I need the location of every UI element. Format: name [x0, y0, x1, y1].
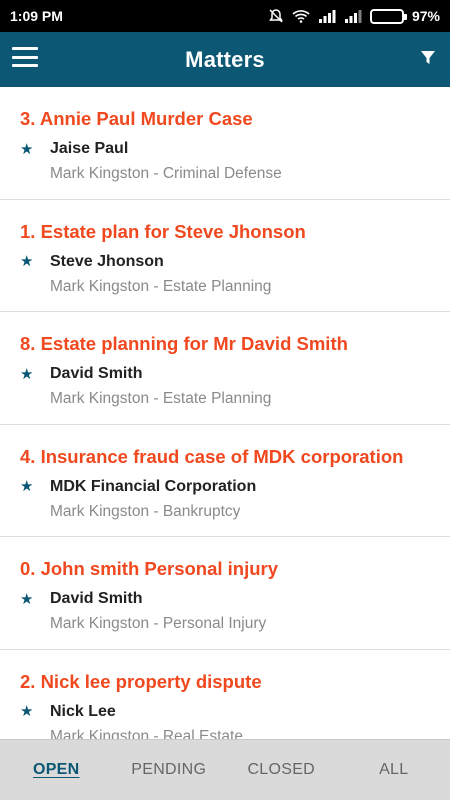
- status-tab-bar: OPEN PENDING CLOSED ALL: [0, 739, 450, 800]
- tab-open[interactable]: OPEN: [0, 761, 113, 779]
- client-row: ★ Nick Lee: [20, 703, 116, 721]
- list-item[interactable]: 8. Estate planning for Mr David Smith ★ …: [0, 312, 450, 425]
- client-row: ★ MDK Financial Corporation: [20, 478, 256, 496]
- matter-title[interactable]: 8. Estate planning for Mr David Smith: [20, 333, 348, 355]
- client-row: ★ David Smith: [20, 590, 142, 608]
- matter-list[interactable]: 3. Annie Paul Murder Case ★ Jaise Paul M…: [0, 87, 450, 739]
- matter-detail: Mark Kingston - Personal Injury: [50, 615, 267, 632]
- signal-icon: [344, 9, 362, 23]
- list-item[interactable]: 4. Insurance fraud case of MDK corporati…: [0, 425, 450, 537]
- list-item[interactable]: 1. Estate plan for Steve Jhonson ★ Steve…: [0, 200, 450, 312]
- client-name: MDK Financial Corporation: [50, 477, 257, 495]
- star-icon: ★: [20, 253, 34, 270]
- app-bar: Matters: [0, 32, 450, 87]
- client-name: Jaise Paul: [50, 140, 129, 157]
- client-name: David Smith: [50, 365, 143, 382]
- signal-icon: [318, 9, 336, 23]
- mute-icon: [268, 8, 284, 24]
- client-row: ★ David Smith: [20, 365, 142, 383]
- star-icon: ★: [20, 365, 34, 383]
- page-title: Matters: [185, 46, 265, 72]
- matter-detail: Mark Kingston - Estate Planning: [50, 277, 272, 295]
- client-name: Nick Lee: [50, 702, 116, 720]
- battery-percentage: 97%: [411, 8, 440, 24]
- star-icon: ★: [20, 703, 34, 720]
- star-icon: ★: [20, 478, 34, 495]
- client-name: Steve Jhonson: [50, 252, 164, 270]
- client-row: ★ Jaise Paul: [20, 140, 128, 158]
- tab-closed[interactable]: CLOSED: [225, 761, 338, 779]
- tab-all[interactable]: ALL: [338, 761, 450, 779]
- list-item[interactable]: 0. John smith Personal injury ★ David Sm…: [0, 537, 450, 650]
- filter-icon[interactable]: [420, 50, 436, 66]
- battery-icon: [369, 8, 407, 24]
- client-row: ★ Steve Jhonson: [20, 253, 164, 271]
- wifi-icon: [292, 9, 310, 23]
- client-name: David Smith: [50, 590, 143, 607]
- matter-detail: Mark Kingston - Estate Planning: [50, 390, 272, 407]
- matter-detail: Mark Kingston - Real Estate: [50, 727, 243, 740]
- star-icon: ★: [20, 590, 34, 608]
- star-icon: ★: [20, 140, 34, 158]
- status-icons: 97%: [268, 8, 440, 24]
- matter-detail: Mark Kingston - Bankruptcy: [50, 502, 241, 520]
- tab-pending[interactable]: PENDING: [113, 761, 226, 779]
- matter-title[interactable]: 3. Annie Paul Murder Case: [20, 108, 253, 130]
- matter-title[interactable]: 1. Estate plan for Steve Jhonson: [20, 221, 306, 243]
- list-item[interactable]: 3. Annie Paul Murder Case ★ Jaise Paul M…: [0, 87, 450, 200]
- matter-title[interactable]: 4. Insurance fraud case of MDK corporati…: [20, 446, 403, 468]
- matter-title[interactable]: 2. Nick lee property dispute: [20, 671, 262, 693]
- status-time: 1:09 PM: [10, 8, 63, 24]
- status-bar: 1:09 PM 97%: [0, 0, 450, 32]
- list-item[interactable]: 2. Nick lee property dispute ★ Nick Lee …: [0, 650, 450, 740]
- matter-title[interactable]: 0. John smith Personal injury: [20, 558, 278, 580]
- hamburger-menu-icon[interactable]: [12, 47, 38, 67]
- matter-detail: Mark Kingston - Criminal Defense: [50, 165, 282, 182]
